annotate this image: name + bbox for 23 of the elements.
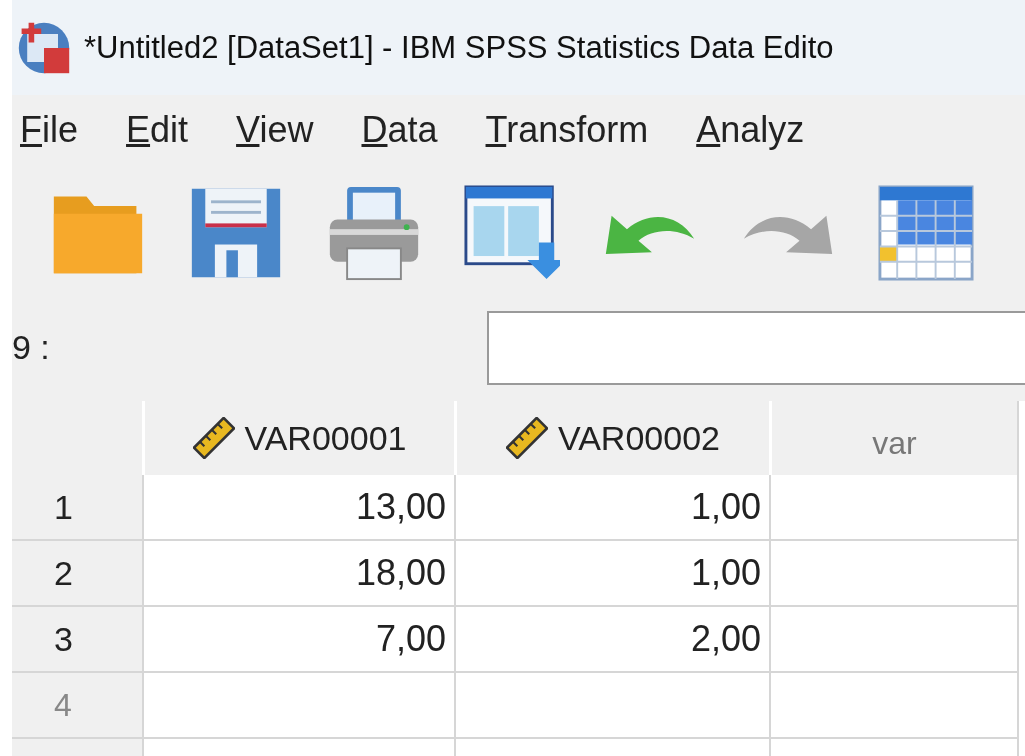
table-cell[interactable]: 18,00 bbox=[142, 541, 454, 607]
menu-item[interactable]: Analyz bbox=[696, 109, 805, 151]
table-cell[interactable] bbox=[454, 673, 769, 739]
menu-item[interactable]: View bbox=[236, 109, 314, 151]
menu-item[interactable]: Edit bbox=[126, 109, 189, 151]
table-cell[interactable]: 2,00 bbox=[454, 607, 769, 673]
menu-item[interactable]: File bbox=[20, 109, 79, 151]
grid-table-icon bbox=[878, 184, 974, 281]
table-cell[interactable] bbox=[769, 475, 1017, 541]
table-cell[interactable] bbox=[769, 607, 1017, 673]
table-cell[interactable]: 13,00 bbox=[142, 475, 454, 541]
cell-reference: 9 : bbox=[12, 328, 51, 367]
table-cell[interactable] bbox=[142, 673, 454, 739]
table-cell[interactable]: 1,00 bbox=[454, 541, 769, 607]
menu-item[interactable]: Transform bbox=[485, 109, 649, 151]
table-cell[interactable]: 1,00 bbox=[454, 475, 769, 541]
menu-item[interactable]: Data bbox=[361, 109, 438, 151]
table-cell[interactable] bbox=[769, 541, 1017, 607]
cell-editor-field[interactable] bbox=[487, 310, 1025, 385]
window-title: *Untitled2 [DataSet1] - IBM SPSS Statistics Data Edito bbox=[84, 29, 834, 66]
table-cell[interactable] bbox=[769, 673, 1017, 739]
dialog-window-icon bbox=[464, 184, 560, 281]
table-cell[interactable]: 7,00 bbox=[142, 607, 454, 673]
